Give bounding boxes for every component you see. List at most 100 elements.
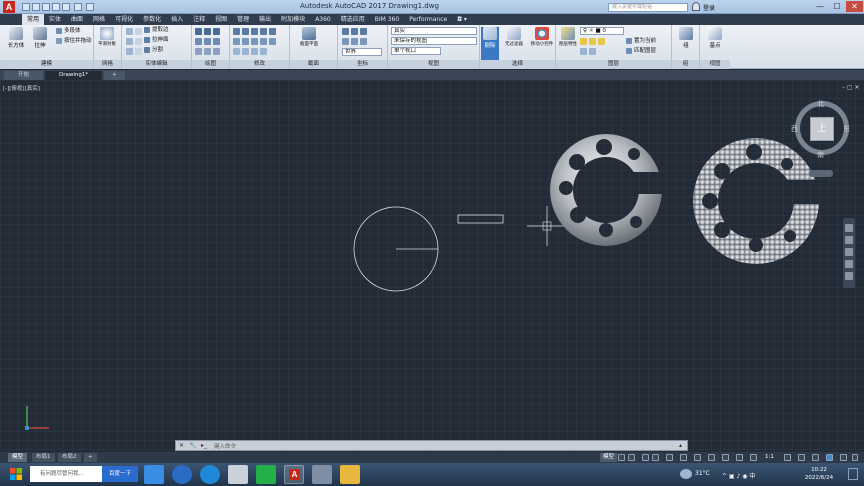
solid-ring-2-mesh[interactable] bbox=[693, 138, 819, 264]
sketch-rectangle[interactable] bbox=[457, 214, 504, 224]
interfere-icon[interactable] bbox=[135, 38, 142, 45]
recorder-icon[interactable] bbox=[312, 465, 332, 484]
trim-icon[interactable] bbox=[251, 28, 258, 35]
fillet-icon[interactable] bbox=[269, 28, 276, 35]
tab-a360[interactable]: A360 bbox=[310, 14, 336, 25]
grid-icon[interactable] bbox=[618, 454, 625, 461]
layer-properties-button[interactable]: 图层特性 bbox=[558, 27, 578, 52]
doc-tab-drawing1[interactable]: Drawing1* bbox=[45, 71, 103, 80]
transparency-icon[interactable] bbox=[736, 454, 743, 461]
model-space-button[interactable]: 模型 bbox=[600, 453, 618, 462]
lineweight-icon[interactable] bbox=[722, 454, 729, 461]
clean-screen-icon[interactable] bbox=[840, 454, 847, 461]
offset-icon[interactable] bbox=[269, 38, 276, 45]
intersect-icon[interactable] bbox=[126, 48, 133, 55]
tab-home[interactable]: 常用 bbox=[22, 14, 45, 25]
spline-icon[interactable] bbox=[204, 48, 211, 55]
weather-icon[interactable] bbox=[680, 469, 692, 479]
ucs-z-icon[interactable] bbox=[360, 38, 367, 45]
layer-freeze-icon[interactable] bbox=[598, 38, 605, 45]
stretch-icon[interactable] bbox=[251, 38, 258, 45]
ellipse-icon[interactable] bbox=[213, 38, 220, 45]
ucs-y-icon[interactable] bbox=[351, 38, 358, 45]
viewcube-top-face[interactable]: 上 bbox=[810, 117, 834, 141]
tab-output[interactable]: 输出 bbox=[254, 14, 276, 25]
union-icon[interactable] bbox=[126, 28, 133, 35]
layer-isolate-icon[interactable] bbox=[589, 38, 596, 45]
ucs-view-icon[interactable] bbox=[360, 28, 367, 35]
taskbar-search-input[interactable]: 有问题尽管问我... bbox=[30, 466, 102, 482]
layer-select[interactable]: ♀ ☼ ■ 0 bbox=[580, 27, 624, 35]
otrack-icon[interactable] bbox=[708, 454, 715, 461]
hardware-acceleration-icon[interactable] bbox=[826, 454, 833, 461]
align-icon[interactable] bbox=[251, 48, 258, 55]
polyline-icon[interactable] bbox=[204, 28, 211, 35]
smooth-object-button[interactable]: 平滑对象 bbox=[97, 27, 117, 52]
customize-icon[interactable]: 🔧 bbox=[189, 442, 196, 449]
save-icon[interactable] bbox=[42, 3, 50, 11]
windows-start-icon[interactable] bbox=[2, 464, 30, 485]
solid-ring-1[interactable] bbox=[550, 134, 662, 246]
ribbon-options-icon[interactable]: ◘ ▾ bbox=[452, 14, 472, 25]
rotate-icon[interactable] bbox=[242, 28, 249, 35]
subtract-icon[interactable] bbox=[126, 38, 133, 45]
isodraft-icon[interactable] bbox=[666, 454, 673, 461]
tab-mesh[interactable]: 网格 bbox=[88, 14, 110, 25]
separate-button[interactable]: 分割 bbox=[144, 46, 163, 55]
doc-tab-start[interactable]: 开始 bbox=[4, 71, 44, 80]
tray-icons[interactable]: ^ ▣ ♪ ◉ 中 bbox=[722, 471, 755, 480]
app-menu-button[interactable]: A bbox=[3, 1, 15, 13]
autocad-taskbar-icon[interactable]: A bbox=[284, 465, 304, 484]
selection-cycling-icon[interactable] bbox=[750, 454, 757, 461]
tab-surface[interactable]: 曲面 bbox=[66, 14, 88, 25]
filter-button[interactable]: 无过滤器 bbox=[502, 27, 526, 52]
viewcube-west[interactable]: 西 bbox=[791, 124, 798, 134]
polar-icon[interactable] bbox=[652, 454, 659, 461]
viewcube-north[interactable]: 北 bbox=[817, 99, 824, 109]
hatch-icon[interactable] bbox=[195, 48, 202, 55]
open-icon[interactable] bbox=[32, 3, 40, 11]
pan-icon[interactable] bbox=[845, 236, 853, 244]
new-tab-button[interactable]: + bbox=[104, 71, 125, 80]
layout-tab-2[interactable]: 布局2 bbox=[58, 453, 81, 462]
layout-tab-1[interactable]: 布局1 bbox=[32, 453, 55, 462]
save-as-icon[interactable] bbox=[52, 3, 60, 11]
erase-icon[interactable] bbox=[233, 48, 240, 55]
extrude-faces-button[interactable]: 拉伸面 bbox=[144, 36, 169, 45]
tab-addins[interactable]: 附加模块 bbox=[276, 14, 310, 25]
line-icon[interactable] bbox=[195, 28, 202, 35]
sign-in-link[interactable]: 登录 bbox=[703, 3, 715, 12]
scale-icon[interactable] bbox=[242, 38, 249, 45]
undo-icon[interactable] bbox=[74, 3, 82, 11]
gizmo-button[interactable]: 移动小控件 bbox=[530, 27, 554, 52]
wechat-icon[interactable] bbox=[256, 465, 276, 484]
layer-lock-icon[interactable] bbox=[580, 48, 587, 55]
orbit-icon[interactable] bbox=[845, 260, 853, 268]
temperature[interactable]: 31°C bbox=[695, 470, 710, 477]
viewcube-south[interactable]: 南 bbox=[817, 150, 824, 160]
help-search-input[interactable]: 键入关键字或短语 bbox=[608, 3, 688, 12]
isolate-objects-icon[interactable] bbox=[812, 454, 819, 461]
layer-unlock-icon[interactable] bbox=[589, 48, 596, 55]
edge-icon[interactable] bbox=[200, 465, 220, 484]
close-button[interactable]: ✕ bbox=[846, 1, 863, 12]
mirror-icon[interactable] bbox=[260, 28, 267, 35]
ucs-world-select[interactable]: 世界 bbox=[342, 48, 382, 56]
array-icon[interactable] bbox=[260, 38, 267, 45]
ie-browser-icon[interactable] bbox=[144, 465, 164, 484]
plot-icon[interactable] bbox=[62, 3, 70, 11]
circle-icon[interactable] bbox=[213, 28, 220, 35]
extrude-button[interactable]: 拉伸 bbox=[30, 27, 50, 52]
section-plane-button[interactable]: 截面平面 bbox=[298, 27, 320, 52]
tab-visualize[interactable]: 可视化 bbox=[110, 14, 138, 25]
recent-commands-icon[interactable]: ▸_ bbox=[201, 442, 207, 449]
make-current-button[interactable]: 置为当前 bbox=[626, 37, 656, 46]
wcs-menu-button[interactable] bbox=[809, 170, 833, 177]
base-view-button[interactable]: 基点 bbox=[705, 27, 725, 52]
rectangle-icon[interactable] bbox=[204, 38, 211, 45]
tab-view[interactable]: 视图 bbox=[210, 14, 232, 25]
notification-icon[interactable] bbox=[848, 468, 858, 480]
thicken-icon[interactable] bbox=[135, 48, 142, 55]
tab-featured-apps[interactable]: 精选应用 bbox=[336, 14, 370, 25]
new-icon[interactable] bbox=[22, 3, 30, 11]
